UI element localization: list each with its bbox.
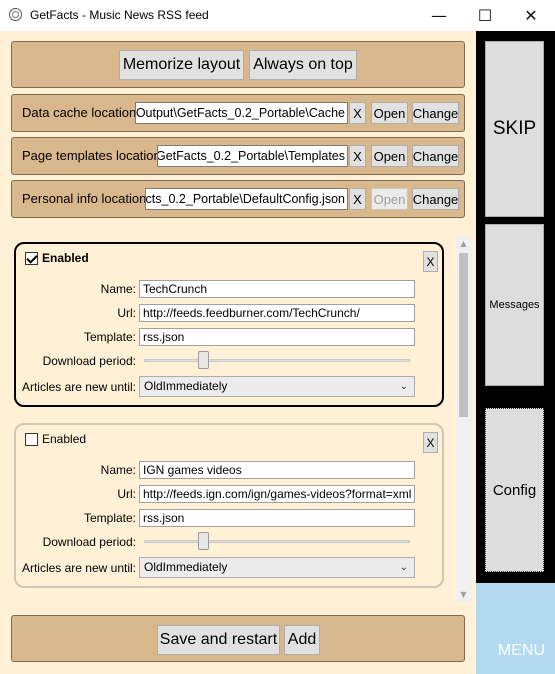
- articles-new-until-label: Articles are new until:: [21, 380, 136, 394]
- templates-location-field[interactable]: out\GetFacts_0.2_Portable\Templates: [157, 145, 348, 167]
- enabled-checkbox[interactable]: [25, 433, 38, 446]
- templates-location-label: Page templates location:: [22, 148, 165, 163]
- url-label: Url:: [117, 306, 136, 320]
- name-label: Name:: [100, 282, 136, 296]
- templates-location-panel: Page templates location: out\GetFacts_0.…: [11, 137, 465, 175]
- app-icon: [9, 8, 22, 21]
- download-period-label: Download period:: [42, 535, 136, 549]
- cache-clear-button[interactable]: X: [349, 102, 366, 124]
- url-input[interactable]: http://feeds.feedburner.com/TechCrunch/: [139, 304, 415, 322]
- remove-feed-button[interactable]: X: [423, 432, 438, 453]
- enabled-label: Enabled: [42, 432, 87, 446]
- menu-area[interactable]: MENU: [476, 583, 555, 674]
- sidebar: SKIP Messages Config MENU: [476, 31, 555, 674]
- articles-new-until-value: OldImmediately: [144, 379, 228, 393]
- download-period-thumb[interactable]: [197, 532, 209, 550]
- title-bar: GetFacts - Music News RSS feed — ☐ ✕: [0, 0, 555, 31]
- cache-location-field[interactable]: cts\Output\GetFacts_0.2_Portable\Cache: [135, 102, 348, 124]
- feeds-list: Enabled X Name: TechCrunch Url: http://f…: [10, 232, 474, 602]
- articles-new-until-value: OldImmediately: [144, 560, 228, 574]
- feed-card: Enabled X Name: TechCrunch Url: http://f…: [14, 242, 444, 407]
- download-period-slider[interactable]: [144, 359, 410, 362]
- close-button[interactable]: ✕: [508, 0, 554, 31]
- memorize-layout-button[interactable]: Memorize layout: [119, 50, 244, 80]
- personal-info-clear-button[interactable]: X: [349, 188, 366, 210]
- name-input[interactable]: TechCrunch: [139, 280, 415, 298]
- download-period-label: Download period:: [42, 354, 136, 368]
- url-label: Url:: [117, 487, 136, 501]
- menu-label[interactable]: MENU: [498, 642, 545, 660]
- bottom-panel: Save and restart Add: [11, 615, 465, 662]
- feeds-scrollbar[interactable]: ▲ ▼: [455, 236, 472, 602]
- feed-card: Enabled X Name: IGN games videos Url: ht…: [14, 423, 444, 588]
- download-period-slider[interactable]: [144, 540, 410, 543]
- messages-button[interactable]: Messages: [485, 224, 544, 386]
- save-and-restart-button[interactable]: Save and restart: [157, 625, 280, 655]
- cache-location-panel: Data cache location: cts\Output\GetFacts…: [11, 94, 465, 132]
- maximize-button[interactable]: ☐: [462, 0, 508, 31]
- url-input[interactable]: http://feeds.ign.com/ign/games-videos?fo…: [139, 485, 415, 503]
- template-label: Template:: [83, 330, 136, 344]
- remove-feed-button[interactable]: X: [423, 251, 438, 272]
- scrollbar-thumb[interactable]: [459, 253, 468, 417]
- templates-clear-button[interactable]: X: [349, 145, 366, 167]
- templates-open-button[interactable]: Open: [371, 145, 408, 167]
- articles-new-until-label: Articles are new until:: [21, 561, 136, 575]
- articles-new-until-select[interactable]: OldImmediately ⌄: [139, 557, 415, 578]
- name-input[interactable]: IGN games videos: [139, 461, 415, 479]
- personal-info-open-button: Open: [371, 188, 408, 210]
- personal-info-location-label: Personal info location:: [22, 191, 150, 206]
- download-period-thumb[interactable]: [197, 351, 209, 369]
- scroll-up-icon[interactable]: ▲: [455, 236, 472, 251]
- enabled-checkbox[interactable]: [25, 252, 38, 265]
- cache-location-label: Data cache location:: [22, 105, 140, 120]
- articles-new-until-select[interactable]: OldImmediately ⌄: [139, 376, 415, 397]
- personal-info-location-panel: Personal info location: tFacts_0.2_Porta…: [11, 180, 465, 218]
- template-input[interactable]: rss.json: [139, 509, 415, 527]
- chevron-down-icon: ⌄: [399, 381, 408, 392]
- minimize-button[interactable]: —: [416, 0, 462, 31]
- window-title: GetFacts - Music News RSS feed: [30, 8, 209, 22]
- cache-open-button[interactable]: Open: [371, 102, 408, 124]
- cache-change-button[interactable]: Change: [412, 102, 459, 124]
- config-button[interactable]: Config: [485, 408, 544, 572]
- skip-button[interactable]: SKIP: [485, 41, 544, 217]
- always-on-top-button[interactable]: Always on top: [249, 50, 357, 80]
- personal-info-location-field[interactable]: tFacts_0.2_Portable\DefaultConfig.json: [145, 188, 348, 210]
- templates-change-button[interactable]: Change: [412, 145, 459, 167]
- personal-info-change-button[interactable]: Change: [412, 188, 459, 210]
- scroll-down-icon[interactable]: ▼: [455, 587, 472, 602]
- name-label: Name:: [100, 463, 136, 477]
- enabled-label: Enabled: [42, 251, 89, 265]
- template-input[interactable]: rss.json: [139, 328, 415, 346]
- layout-panel: Memorize layout Always on top: [11, 41, 465, 88]
- add-feed-button[interactable]: Add: [284, 625, 320, 655]
- chevron-down-icon: ⌄: [399, 562, 408, 573]
- template-label: Template:: [83, 511, 136, 525]
